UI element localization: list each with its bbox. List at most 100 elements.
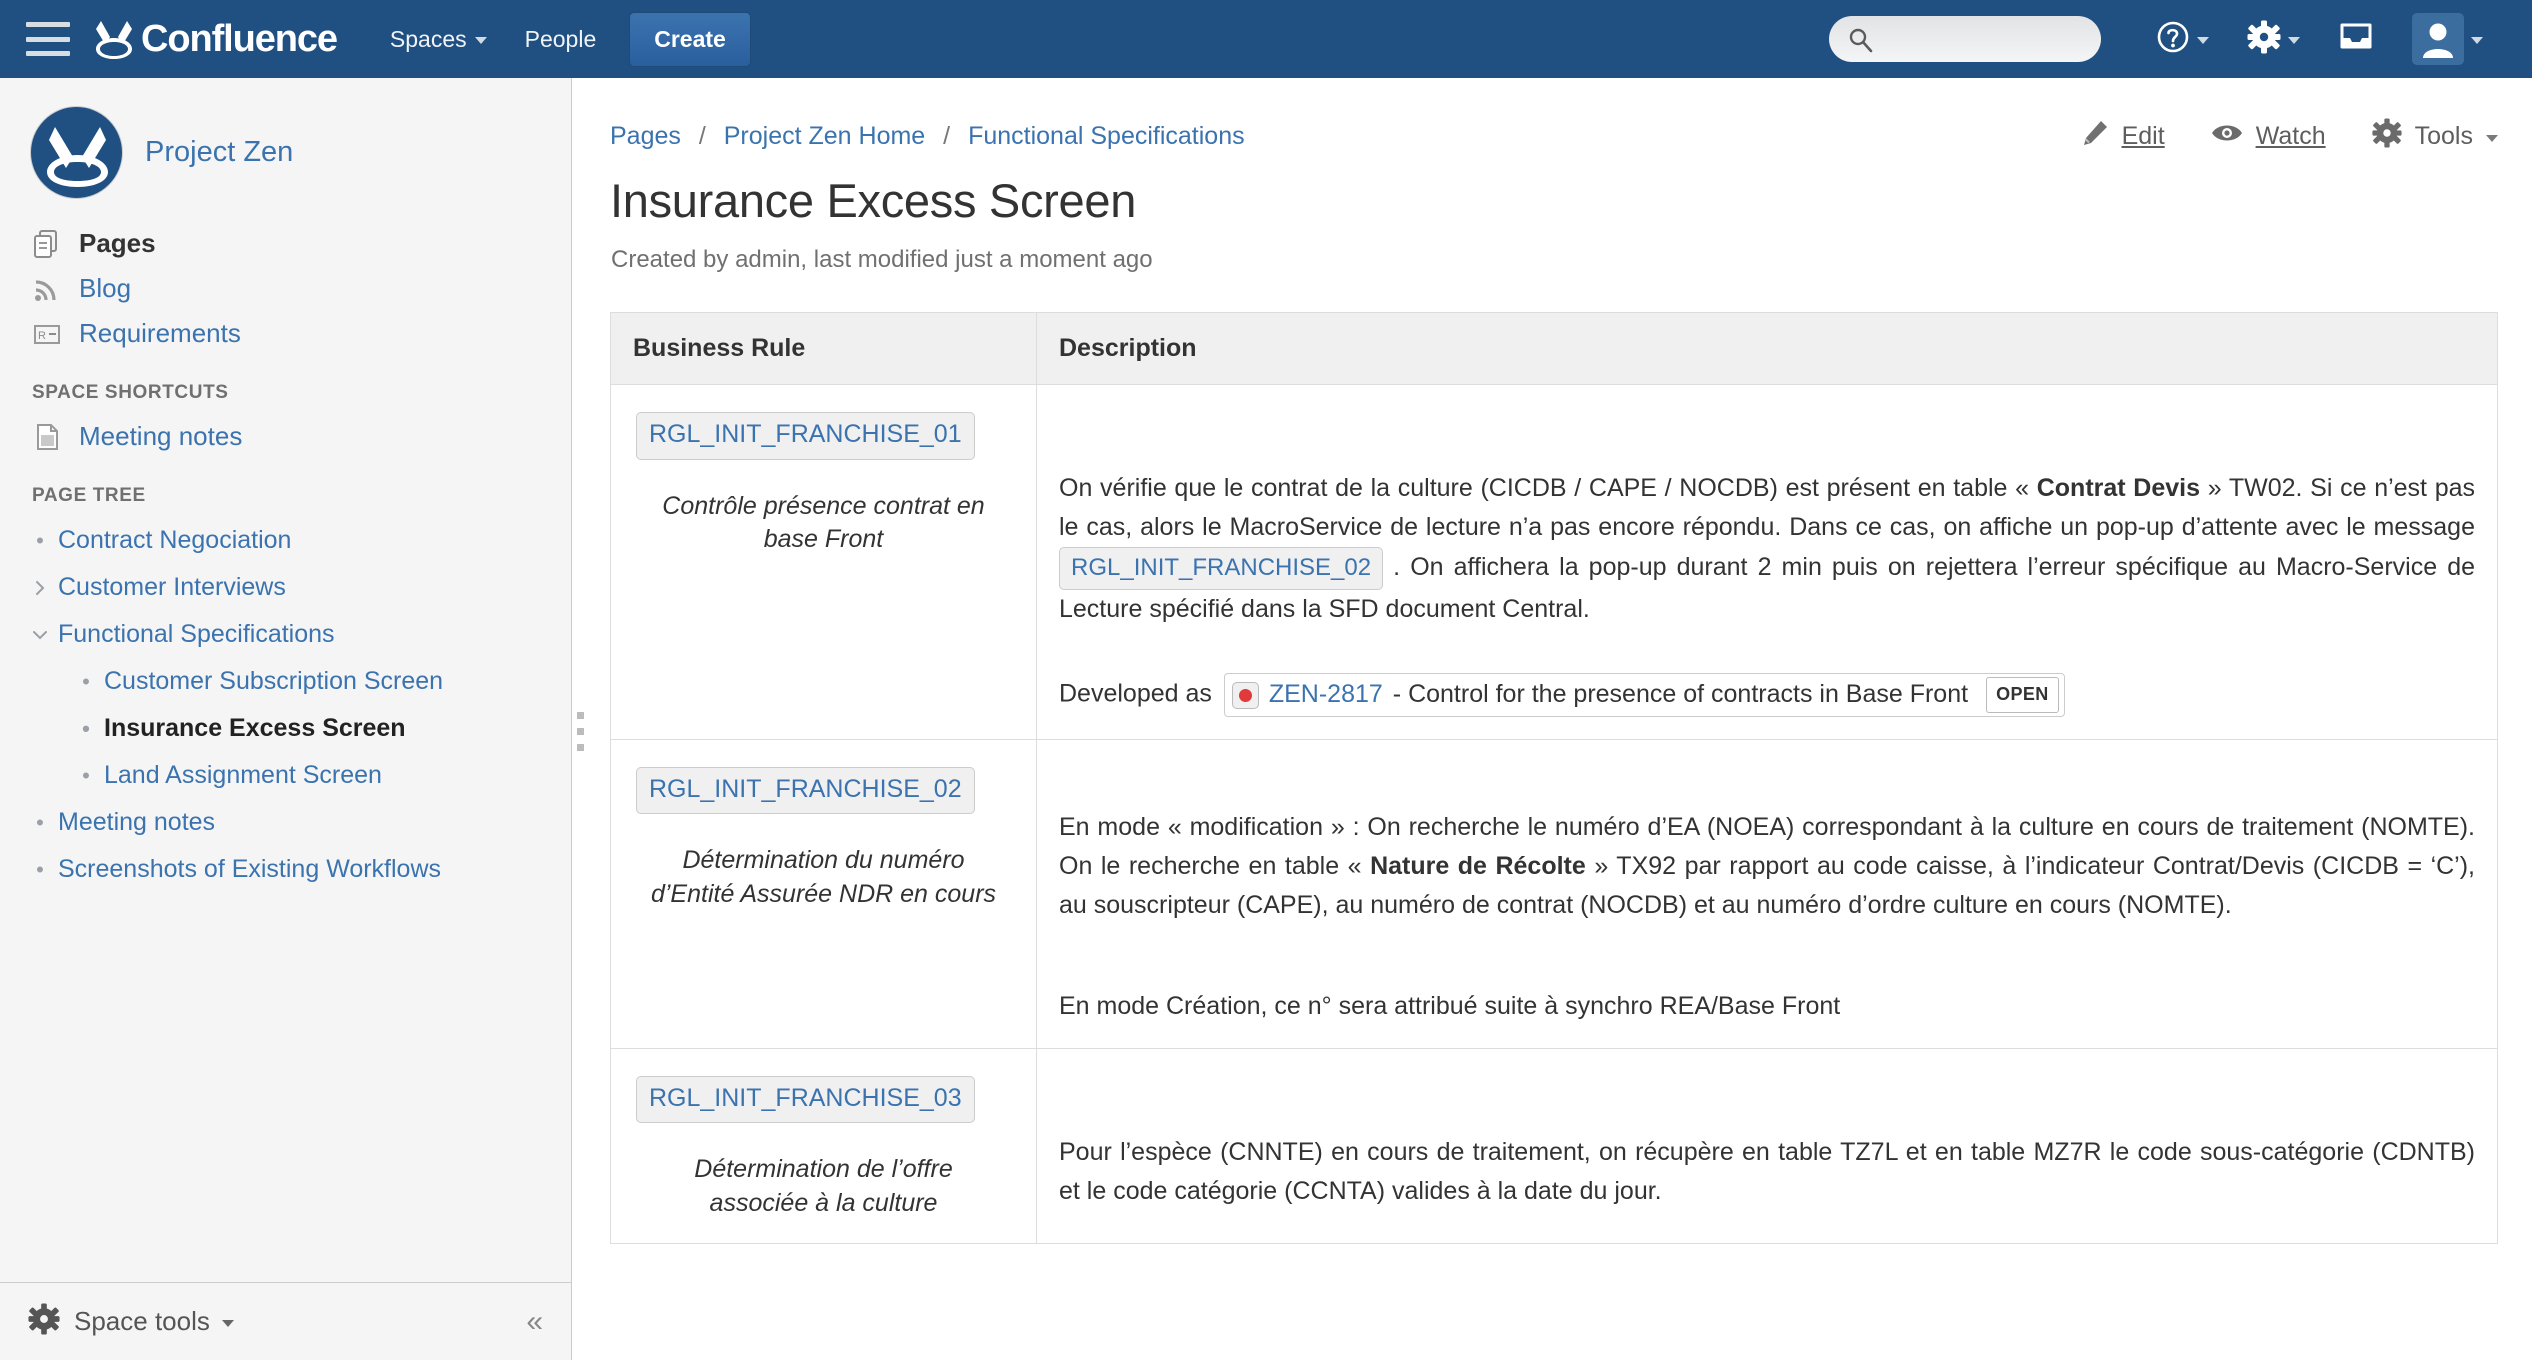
- sidebar-item-pages[interactable]: Pages: [0, 221, 571, 266]
- rss-icon: [32, 274, 62, 304]
- hamburger-menu-icon[interactable]: [26, 22, 70, 56]
- jira-issue-key[interactable]: ZEN-2817: [1269, 677, 1383, 713]
- table-row: RGL_INIT_FRANCHISE_01 Contrôle présence …: [611, 385, 2498, 740]
- hamburger-bar: [26, 22, 70, 27]
- jira-issue-summary: - Control for the presence of contracts …: [1393, 677, 1968, 713]
- bullet-icon: •: [68, 718, 104, 740]
- business-rules-table: Business Rule Description RGL_INIT_FRANC…: [610, 312, 2498, 1244]
- svg-text:R: R: [38, 330, 46, 342]
- top-navigation-bar: Confluence Spaces People Create: [0, 0, 2532, 78]
- watch-button[interactable]: Watch: [2211, 121, 2326, 152]
- sidebar-item-requirements[interactable]: R Requirements: [0, 311, 571, 356]
- page-action-bar: Edit Watch: [2081, 118, 2498, 155]
- nav-people[interactable]: People: [506, 0, 616, 78]
- space-sidebar: Project Zen Pages Blog: [0, 78, 572, 1360]
- create-button[interactable]: Create: [629, 12, 751, 67]
- resize-dot: [577, 728, 584, 735]
- sidebar-item-blog[interactable]: Blog: [0, 266, 571, 311]
- table-row: RGL_INIT_FRANCHISE_03 Détermination de l…: [611, 1048, 2498, 1243]
- bullet-icon: •: [22, 812, 58, 834]
- resize-dot: [577, 744, 584, 751]
- user-avatar-icon: [2412, 13, 2464, 65]
- chevron-down-icon: [2471, 37, 2483, 44]
- chevron-down-icon: [2288, 37, 2300, 44]
- confluence-logo[interactable]: Confluence: [92, 16, 337, 62]
- description-cell: En mode « modification » : On recherche …: [1037, 739, 2498, 1048]
- breadcrumb-separator: /: [943, 122, 950, 150]
- column-header-description: Description: [1037, 313, 2498, 385]
- tree-item-label: Customer Interviews: [58, 573, 286, 602]
- rule-code-badge[interactable]: RGL_INIT_FRANCHISE_03: [636, 1076, 975, 1124]
- confluence-mark-icon: [92, 16, 136, 62]
- rule-code-badge[interactable]: RGL_INIT_FRANCHISE_02: [636, 767, 975, 815]
- rule-title: Détermination de l’offre associée à la c…: [633, 1153, 1014, 1221]
- jira-issue-chip[interactable]: ZEN-2817 - Control for the presence of c…: [1224, 673, 2065, 717]
- sidebar-resize-handle[interactable]: [572, 700, 588, 762]
- bug-dot: [1239, 689, 1252, 702]
- tree-item-land-assignment-screen[interactable]: • Land Assignment Screen: [0, 752, 571, 799]
- chevron-down-icon[interactable]: [22, 627, 58, 643]
- edit-button[interactable]: Edit: [2081, 119, 2165, 154]
- tree-item-screenshots-of-existing-workflows[interactable]: • Screenshots of Existing Workflows: [0, 846, 571, 893]
- pages-icon: [32, 229, 62, 259]
- user-profile-button[interactable]: [2393, 0, 2502, 78]
- breadcrumb-separator: /: [699, 122, 706, 150]
- eye-icon: [2211, 121, 2243, 152]
- space-home-link[interactable]: Project Zen: [0, 78, 571, 199]
- breadcrumb-pages[interactable]: Pages: [610, 122, 681, 150]
- search-box[interactable]: [1829, 16, 2101, 62]
- description-paragraph: En mode « modification » : On recherche …: [1059, 808, 2475, 925]
- space-tools-label: Space tools: [74, 1306, 210, 1337]
- rule-title: Contrôle présence contrat en base Front: [633, 490, 1014, 558]
- breadcrumb-project-zen-home[interactable]: Project Zen Home: [724, 122, 925, 150]
- sidebar-shortcut-label: Meeting notes: [79, 421, 242, 452]
- tree-item-label: Meeting notes: [58, 808, 215, 837]
- desc-bold-1: Nature de Récolte: [1370, 852, 1586, 880]
- tools-label: Tools: [2415, 122, 2473, 151]
- tree-item-insurance-excess-screen[interactable]: • Insurance Excess Screen: [0, 705, 571, 752]
- edit-label: Edit: [2122, 122, 2165, 151]
- tools-menu-button[interactable]: Tools: [2372, 118, 2498, 155]
- tree-item-label: Insurance Excess Screen: [104, 714, 406, 743]
- breadcrumb-functional-specifications[interactable]: Functional Specifications: [968, 122, 1245, 150]
- inbox-notifications-button[interactable]: [2319, 0, 2393, 78]
- search-input[interactable]: [1877, 27, 2087, 52]
- description-cell: Pour l’espèce (CNNTE) en cours de traite…: [1037, 1048, 2498, 1243]
- confluence-wordmark: Confluence: [141, 18, 337, 61]
- space-avatar-icon: [30, 106, 123, 199]
- space-tools-button[interactable]: Space tools: [74, 1306, 234, 1337]
- help-menu-button[interactable]: [2137, 0, 2228, 78]
- pencil-icon: [2081, 119, 2109, 154]
- inline-rule-code-badge[interactable]: RGL_INIT_FRANCHISE_02: [1059, 547, 1383, 590]
- bullet-icon: •: [68, 671, 104, 693]
- description-paragraph: On vérifie que le contrat de la culture …: [1059, 469, 2475, 629]
- chevron-down-icon: [2486, 135, 2498, 142]
- tree-item-label: Land Assignment Screen: [104, 761, 382, 790]
- rule-cell: RGL_INIT_FRANCHISE_01 Contrôle présence …: [611, 385, 1037, 740]
- page-tree: • Contract Negociation Customer Intervie…: [0, 517, 571, 893]
- table-row: RGL_INIT_FRANCHISE_02 Détermination du n…: [611, 739, 2498, 1048]
- inbox-icon: [2338, 21, 2374, 58]
- bullet-icon: •: [68, 765, 104, 787]
- space-shortcuts-heading: SPACE SHORTCUTS: [0, 356, 571, 414]
- nav-spaces[interactable]: Spaces: [371, 0, 506, 78]
- chevron-down-icon: [222, 1320, 234, 1327]
- rule-code-badge[interactable]: RGL_INIT_FRANCHISE_01: [636, 412, 975, 460]
- sidebar-item-blog-label: Blog: [79, 273, 131, 304]
- requirements-icon: R: [32, 319, 62, 349]
- collapse-sidebar-button[interactable]: «: [526, 1305, 543, 1339]
- tree-item-contract-negociation[interactable]: • Contract Negociation: [0, 517, 571, 564]
- column-header-business-rule: Business Rule: [611, 313, 1037, 385]
- tree-item-meeting-notes[interactable]: • Meeting notes: [0, 799, 571, 846]
- resize-dot: [577, 712, 584, 719]
- chevron-right-icon[interactable]: [22, 580, 58, 596]
- hamburger-bar: [26, 51, 70, 56]
- space-tools-bar: Space tools «: [0, 1282, 571, 1360]
- gear-icon: [2247, 20, 2281, 59]
- tree-item-customer-subscription-screen[interactable]: • Customer Subscription Screen: [0, 658, 571, 705]
- tree-item-customer-interviews[interactable]: Customer Interviews: [0, 564, 571, 611]
- settings-menu-button[interactable]: [2228, 0, 2319, 78]
- rule-cell: RGL_INIT_FRANCHISE_02 Détermination du n…: [611, 739, 1037, 1048]
- tree-item-functional-specifications[interactable]: Functional Specifications: [0, 611, 571, 658]
- sidebar-shortcut-meeting-notes[interactable]: Meeting notes: [0, 414, 571, 459]
